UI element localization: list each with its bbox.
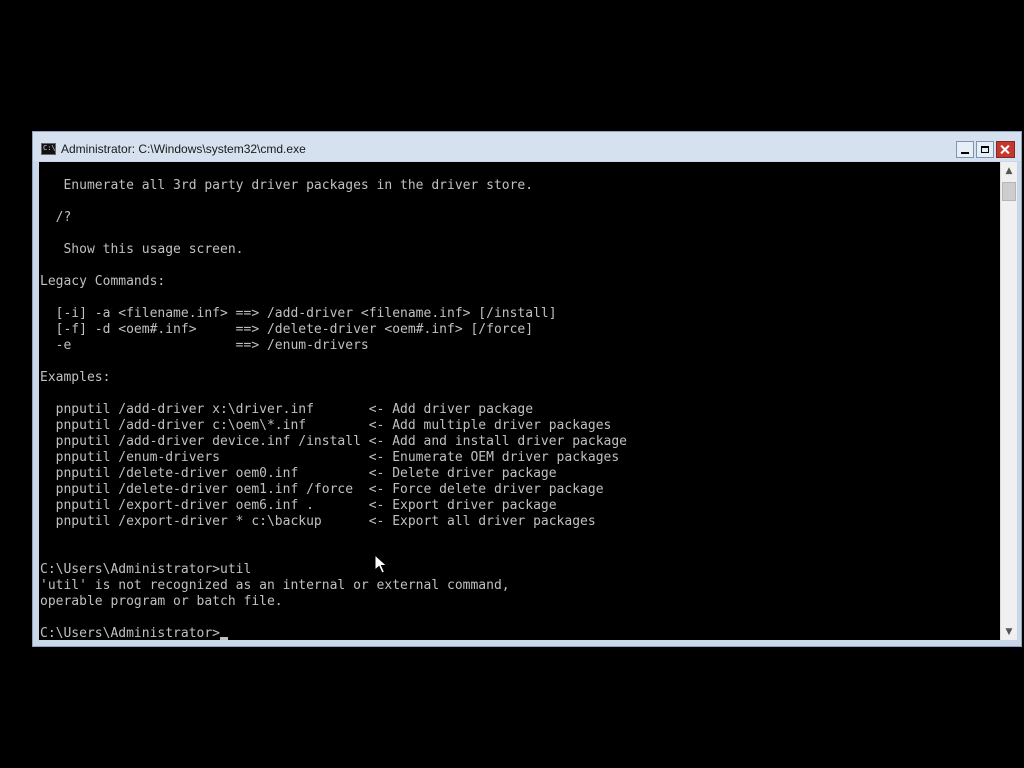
console-line: [-i] -a <filename.inf> ==> /add-driver <… [40,306,557,321]
maximize-button[interactable] [976,141,994,158]
console-line: Legacy Commands: [40,274,166,289]
command-prompt-icon-glyph: C:\ [43,144,56,152]
minimize-button[interactable] [956,141,974,158]
command-prompt: C:\Users\Administrator> [40,626,221,640]
console-line: pnputil /delete-driver oem1.inf /force <… [40,482,604,497]
console-line: pnputil /delete-driver oem0.inf <- Delet… [40,466,557,481]
vertical-scrollbar[interactable]: ▲ ▼ [1000,162,1017,640]
console-line: [-f] -d <oem#.inf> ==> /delete-driver <o… [40,322,534,337]
mouse-pointer-icon [374,554,388,574]
console-line: operable program or batch file. [40,594,283,609]
command-prompt-icon[interactable]: C:\ [41,143,56,155]
console-line: Enumerate all 3rd party driver packages … [40,178,534,193]
scroll-up-button[interactable]: ▲ [1001,162,1017,179]
console-line: 'util' is not recognized as an internal … [40,578,510,593]
maximize-icon [981,146,989,153]
console-line: -e ==> /enum-drivers [40,338,369,353]
console-line: pnputil /add-driver x:\driver.inf <- Add… [40,402,534,417]
scroll-thumb[interactable] [1002,182,1016,201]
scroll-up-arrow-icon: ▲ [1005,165,1013,176]
close-icon [1001,145,1010,154]
desktop: C:\ Administrator: C:\Windows\system32\c… [0,0,1024,768]
scroll-down-button[interactable]: ▼ [1001,623,1017,640]
text-cursor [220,637,229,640]
console-line: pnputil /add-driver device.inf /install … [40,434,627,449]
title-bar[interactable]: C:\ Administrator: C:\Windows\system32\c… [33,132,1021,161]
command-prompt-line[interactable]: C:\Users\Administrator> [40,626,627,640]
console-line: Examples: [40,370,111,385]
console-line: C:\Users\Administrator>util [40,562,252,577]
console-line: pnputil /export-driver * c:\backup <- Ex… [40,514,596,529]
console-line: Show this usage screen. [40,242,244,257]
console-output[interactable]: Enumerate all 3rd party driver packages … [39,162,1000,640]
minimize-icon [961,151,969,154]
console-line: pnputil /export-driver oem6.inf . <- Exp… [40,498,557,513]
console-line: /? [40,210,72,225]
scroll-down-arrow-icon: ▼ [1005,626,1013,637]
window-title: Administrator: C:\Windows\system32\cmd.e… [61,142,306,156]
close-button[interactable] [996,141,1015,158]
console-lines: Enumerate all 3rd party driver packages … [40,178,627,640]
console-line: pnputil /enum-drivers <- Enumerate OEM d… [40,450,620,465]
console-line: pnputil /add-driver c:\oem\*.inf <- Add … [40,418,612,433]
cmd-window[interactable]: C:\ Administrator: C:\Windows\system32\c… [32,131,1022,647]
